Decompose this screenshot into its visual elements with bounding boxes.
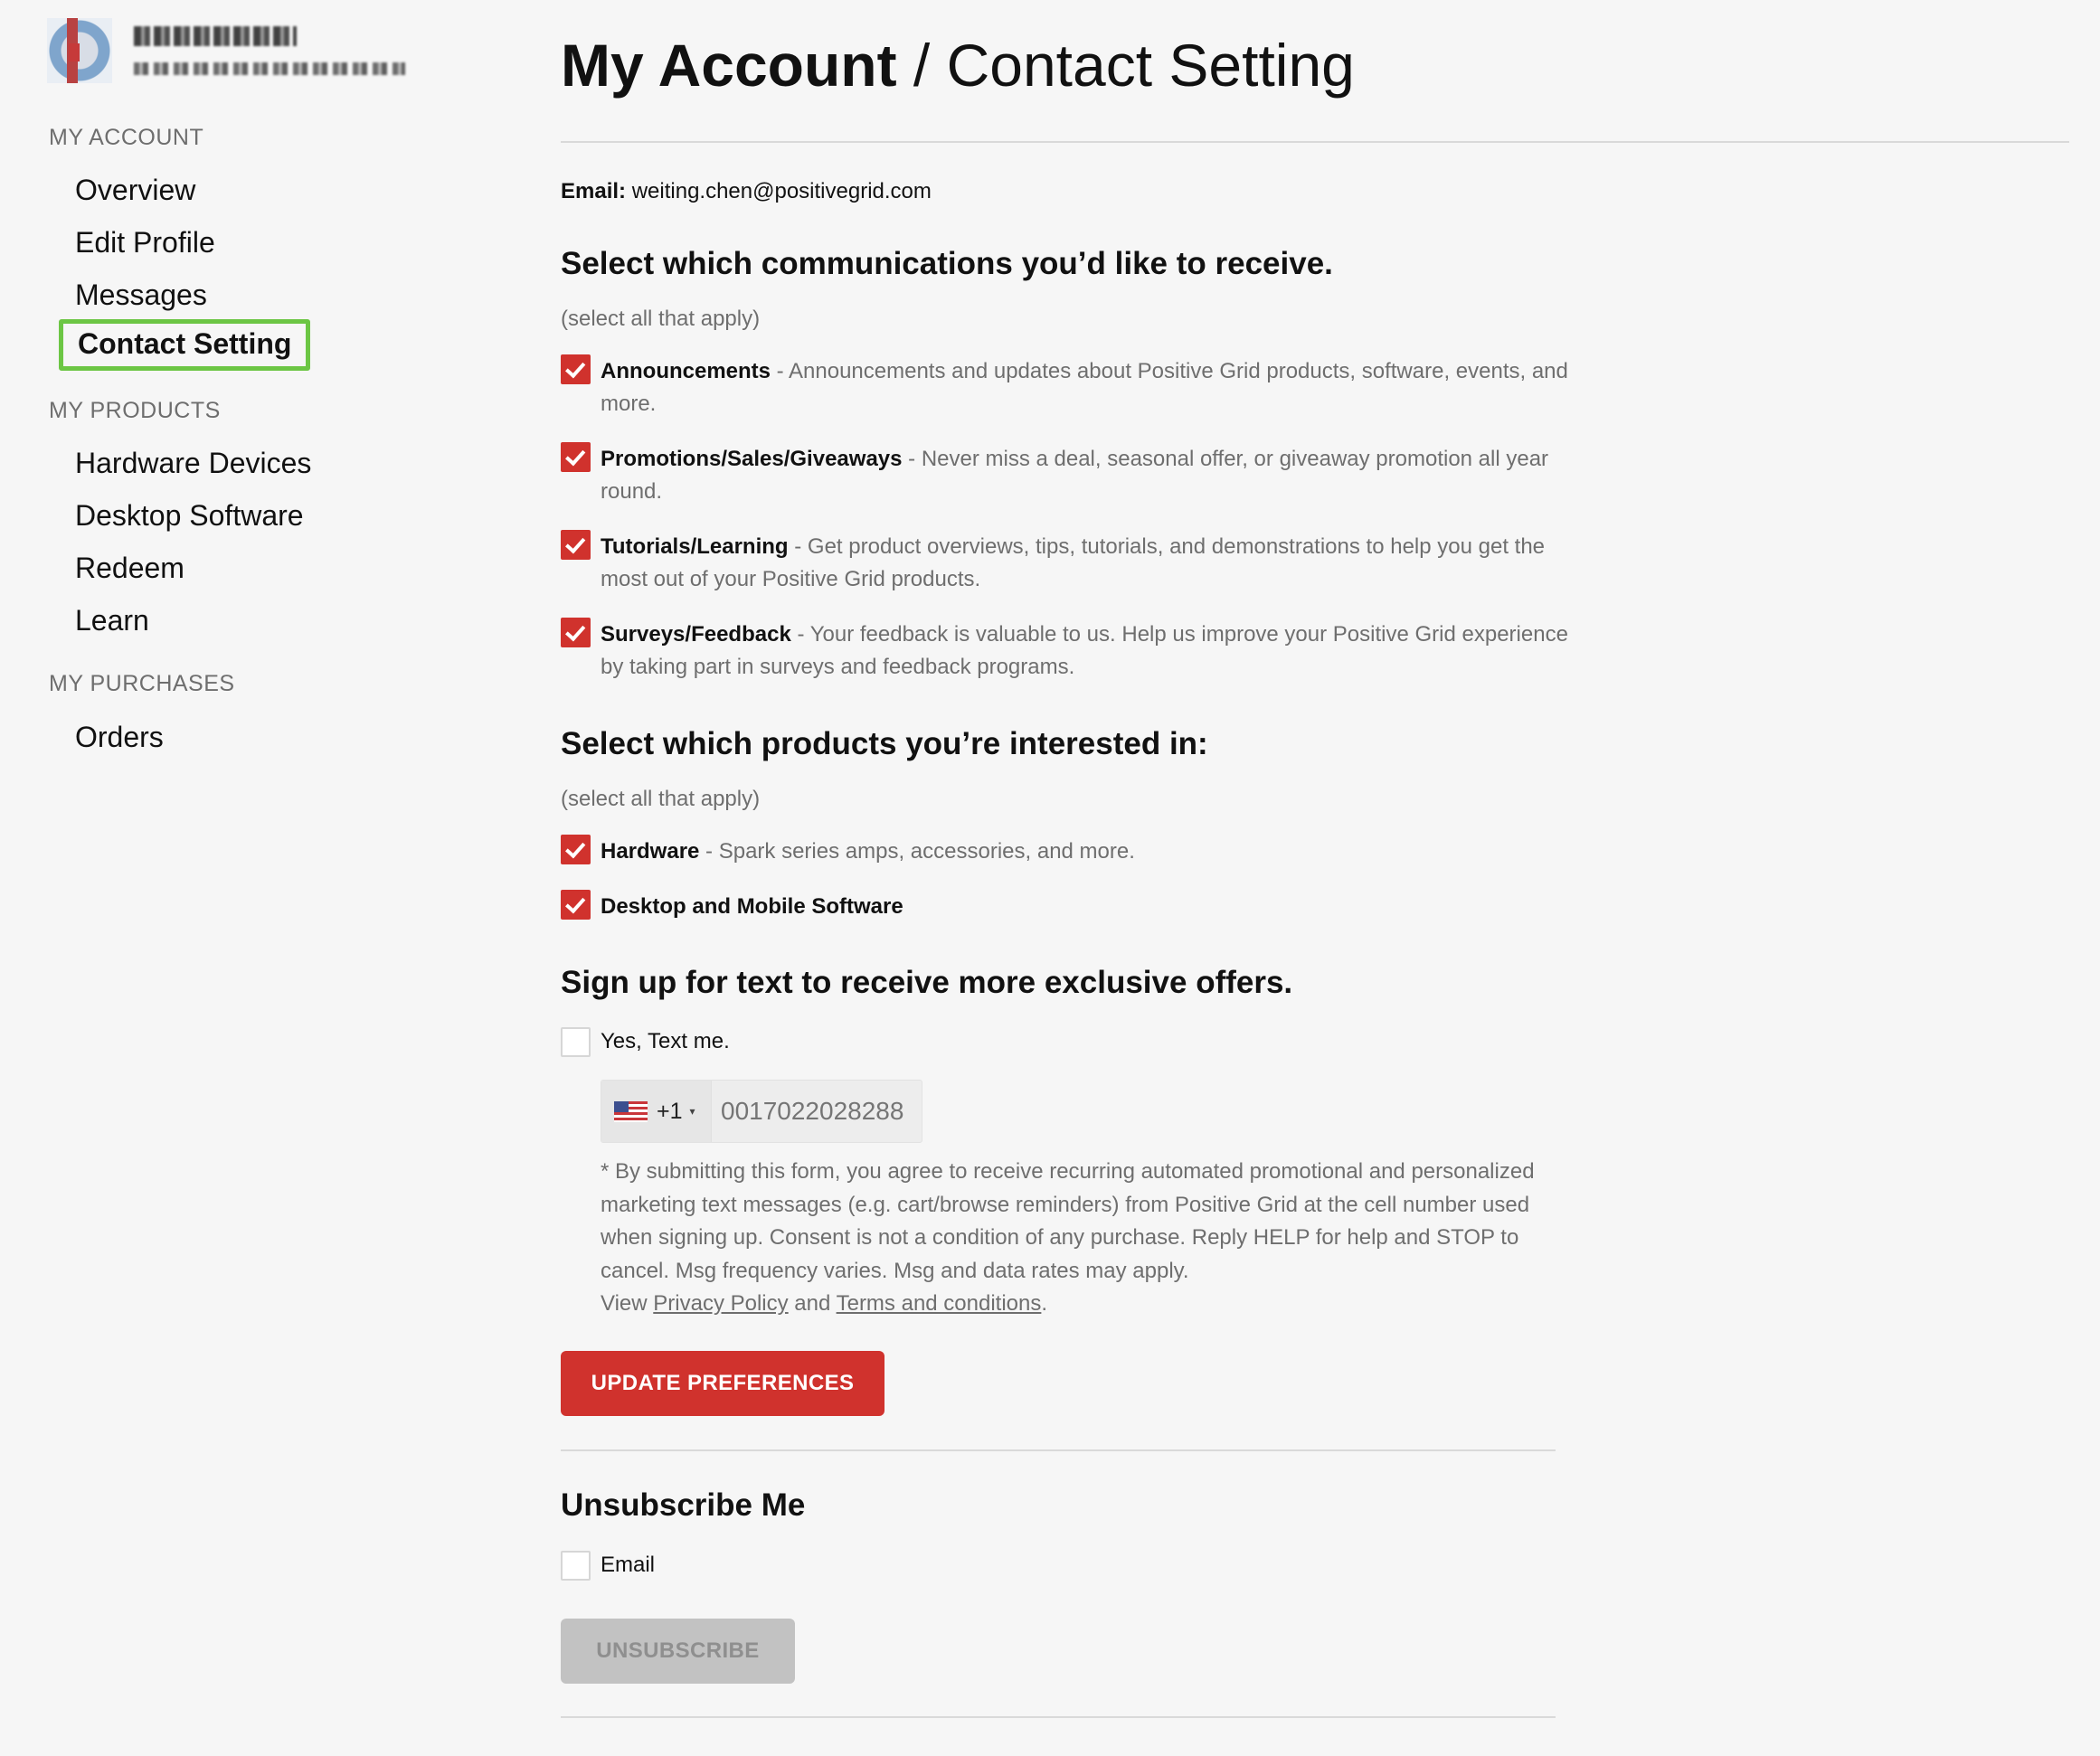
phone-field: +1 ▾: [601, 1080, 922, 1143]
update-preferences-button[interactable]: UPDATE PREFERENCES: [561, 1351, 884, 1416]
option-text: Tutorials/Learning - Get product overvie…: [601, 531, 1568, 596]
option-label: Hardware: [601, 839, 700, 864]
chevron-down-icon: ▾: [689, 1105, 695, 1118]
text-me-checkbox[interactable]: [561, 1027, 591, 1057]
hardware-checkbox[interactable]: [561, 835, 591, 864]
sidebar-item-redeem[interactable]: Redeem: [75, 552, 184, 585]
email-label: Email:: [561, 179, 627, 203]
nav-heading-my-purchases: MY PURCHASES: [49, 671, 235, 696]
disclaimer-text: * By submitting this form, you agree to …: [601, 1159, 1535, 1283]
tutorials-checkbox[interactable]: [561, 530, 591, 560]
option-label: Surveys/Feedback: [601, 622, 791, 647]
text-me-label: Yes, Text me.: [601, 1029, 730, 1053]
option-text: Surveys/Feedback - Your feedback is valu…: [601, 618, 1568, 684]
sidebar-item-messages[interactable]: Messages: [75, 279, 207, 312]
page-title: My Account / Contact Setting: [561, 31, 1355, 99]
option-text: Hardware - Spark series amps, accessorie…: [601, 836, 1568, 868]
option-text: Announcements - Announcements and update…: [601, 355, 1568, 420]
option-text: Promotions/Sales/Giveaways - Never miss …: [601, 443, 1568, 508]
profile-text-redacted: [134, 26, 405, 75]
announcements-checkbox[interactable]: [561, 354, 591, 384]
products-hint: (select all that apply): [561, 787, 761, 811]
unsubscribe-email-label: Email: [601, 1553, 656, 1577]
and-text: and: [788, 1291, 837, 1316]
redacted-user-email: [134, 62, 405, 75]
products-title: Select which products you’re interested …: [561, 726, 1208, 761]
period-text: .: [1041, 1291, 1048, 1316]
redacted-user-name: [134, 26, 297, 46]
phone-input[interactable]: [712, 1097, 920, 1126]
sms-title: Sign up for text to receive more exclusi…: [561, 965, 1293, 1000]
view-text: View: [601, 1291, 654, 1316]
nav-heading-my-account: MY ACCOUNT: [49, 125, 204, 150]
surveys-checkbox[interactable]: [561, 618, 591, 647]
section-divider: [561, 1449, 1556, 1451]
option-description: - Spark series amps, accessories, and mo…: [699, 839, 1135, 864]
header-divider: [561, 141, 2069, 143]
us-flag-icon: [614, 1100, 648, 1122]
option-text: Desktop and Mobile Software: [601, 891, 1568, 923]
option-label: Announcements: [601, 359, 771, 383]
email-value: weiting.chen@positivegrid.com: [631, 179, 932, 203]
sidebar-item-contact-setting[interactable]: Contact Setting: [59, 319, 311, 371]
sidebar-item-learn[interactable]: Learn: [75, 604, 149, 637]
sidebar-item-orders[interactable]: Orders: [75, 721, 164, 754]
unsubscribe-email-checkbox[interactable]: [561, 1551, 591, 1581]
avatar[interactable]: [47, 18, 112, 83]
option-label: Desktop and Mobile Software: [601, 894, 903, 919]
sidebar-item-desktop-software[interactable]: Desktop Software: [75, 499, 304, 533]
privacy-policy-link[interactable]: Privacy Policy: [653, 1291, 788, 1316]
promotions-checkbox[interactable]: [561, 442, 591, 472]
account-email: Email: weiting.chen@positivegrid.com: [561, 179, 932, 204]
communications-hint: (select all that apply): [561, 307, 761, 331]
sidebar-item-overview[interactable]: Overview: [75, 174, 195, 207]
sidebar: MY ACCOUNT Overview Edit Profile Message…: [0, 0, 543, 1756]
page-title-section: / Contact Setting: [896, 32, 1355, 99]
sidebar-item-hardware-devices[interactable]: Hardware Devices: [75, 447, 311, 480]
terms-link[interactable]: Terms and conditions: [837, 1291, 1042, 1316]
user-profile[interactable]: [47, 18, 405, 83]
unsubscribe-title: Unsubscribe Me: [561, 1487, 806, 1523]
dial-code: +1: [657, 1098, 683, 1124]
country-code-select[interactable]: +1 ▾: [601, 1081, 712, 1142]
sms-disclaimer: * By submitting this form, you agree to …: [601, 1156, 1577, 1321]
page-title-account: My Account: [561, 32, 897, 99]
nav-heading-my-products: MY PRODUCTS: [49, 398, 221, 423]
communications-title: Select which communications you’d like t…: [561, 246, 1333, 281]
footer-divider: [561, 1716, 1556, 1718]
option-label: Tutorials/Learning: [601, 534, 789, 559]
unsubscribe-button[interactable]: UNSUBSCRIBE: [561, 1619, 795, 1684]
software-checkbox[interactable]: [561, 890, 591, 920]
option-label: Promotions/Sales/Giveaways: [601, 447, 903, 471]
sidebar-item-edit-profile[interactable]: Edit Profile: [75, 226, 215, 260]
